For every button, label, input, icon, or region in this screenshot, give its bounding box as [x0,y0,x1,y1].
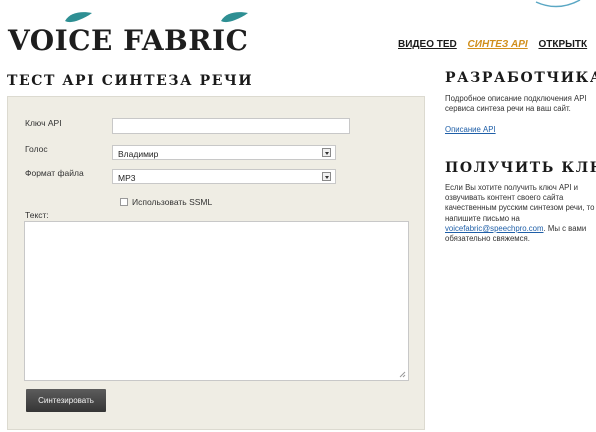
format-label: Формат файла [25,168,84,178]
get-key-title: ПОЛУЧИТЬ КЛЮЧ [445,160,596,176]
top-navigation: ВИДЕО TED СИНТЕЗ API ОТКРЫТК [398,39,595,50]
voice-fabric-logo[interactable]: VOICE FABRIC [8,10,278,58]
ssml-checkbox[interactable] [120,198,128,206]
developers-title: РАЗРАБОТЧИКАМ [445,70,596,86]
text-label: Текст: [25,210,49,220]
logo-text: VOICE FABRIC [8,24,249,57]
voice-label: Голос [25,144,48,154]
format-select[interactable]: MP3 [112,169,336,184]
decorative-arc [535,0,581,8]
page-title: ТЕСТ API СИНТЕЗА РЕЧИ [7,73,254,89]
api-key-input[interactable] [112,118,350,134]
nav-postcards[interactable]: ОТКРЫТК [538,39,587,50]
resize-grip-icon[interactable] [399,371,406,378]
nav-video-ted[interactable]: ВИДЕО TED [398,39,457,50]
chevron-down-icon[interactable] [322,172,331,181]
chevron-down-icon[interactable] [322,148,331,157]
ssml-label: Использовать SSML [132,197,213,207]
api-key-label: Ключ API [25,118,62,128]
voice-select-value: Владимир [118,149,159,159]
api-docs-link[interactable]: Описание API [445,125,496,134]
nav-synthesis-api[interactable]: СИНТЕЗ API [468,39,528,50]
get-key-text: Если Вы хотите получить ключ API и озвуч… [445,183,595,223]
format-select-value: MP3 [118,173,136,183]
voice-select[interactable]: Владимир [112,145,336,160]
synthesize-button[interactable]: Синтезировать [26,389,106,412]
contact-email-link[interactable]: voicefabric@speechpro.com [445,224,544,233]
text-input[interactable] [24,221,409,381]
synthesis-form: Ключ API Голос Владимир Формат файла MP3… [7,96,425,430]
get-key-description: Если Вы хотите получить ключ API и озвуч… [445,183,595,244]
developers-description: Подробное описание подключения API серви… [445,94,587,114]
